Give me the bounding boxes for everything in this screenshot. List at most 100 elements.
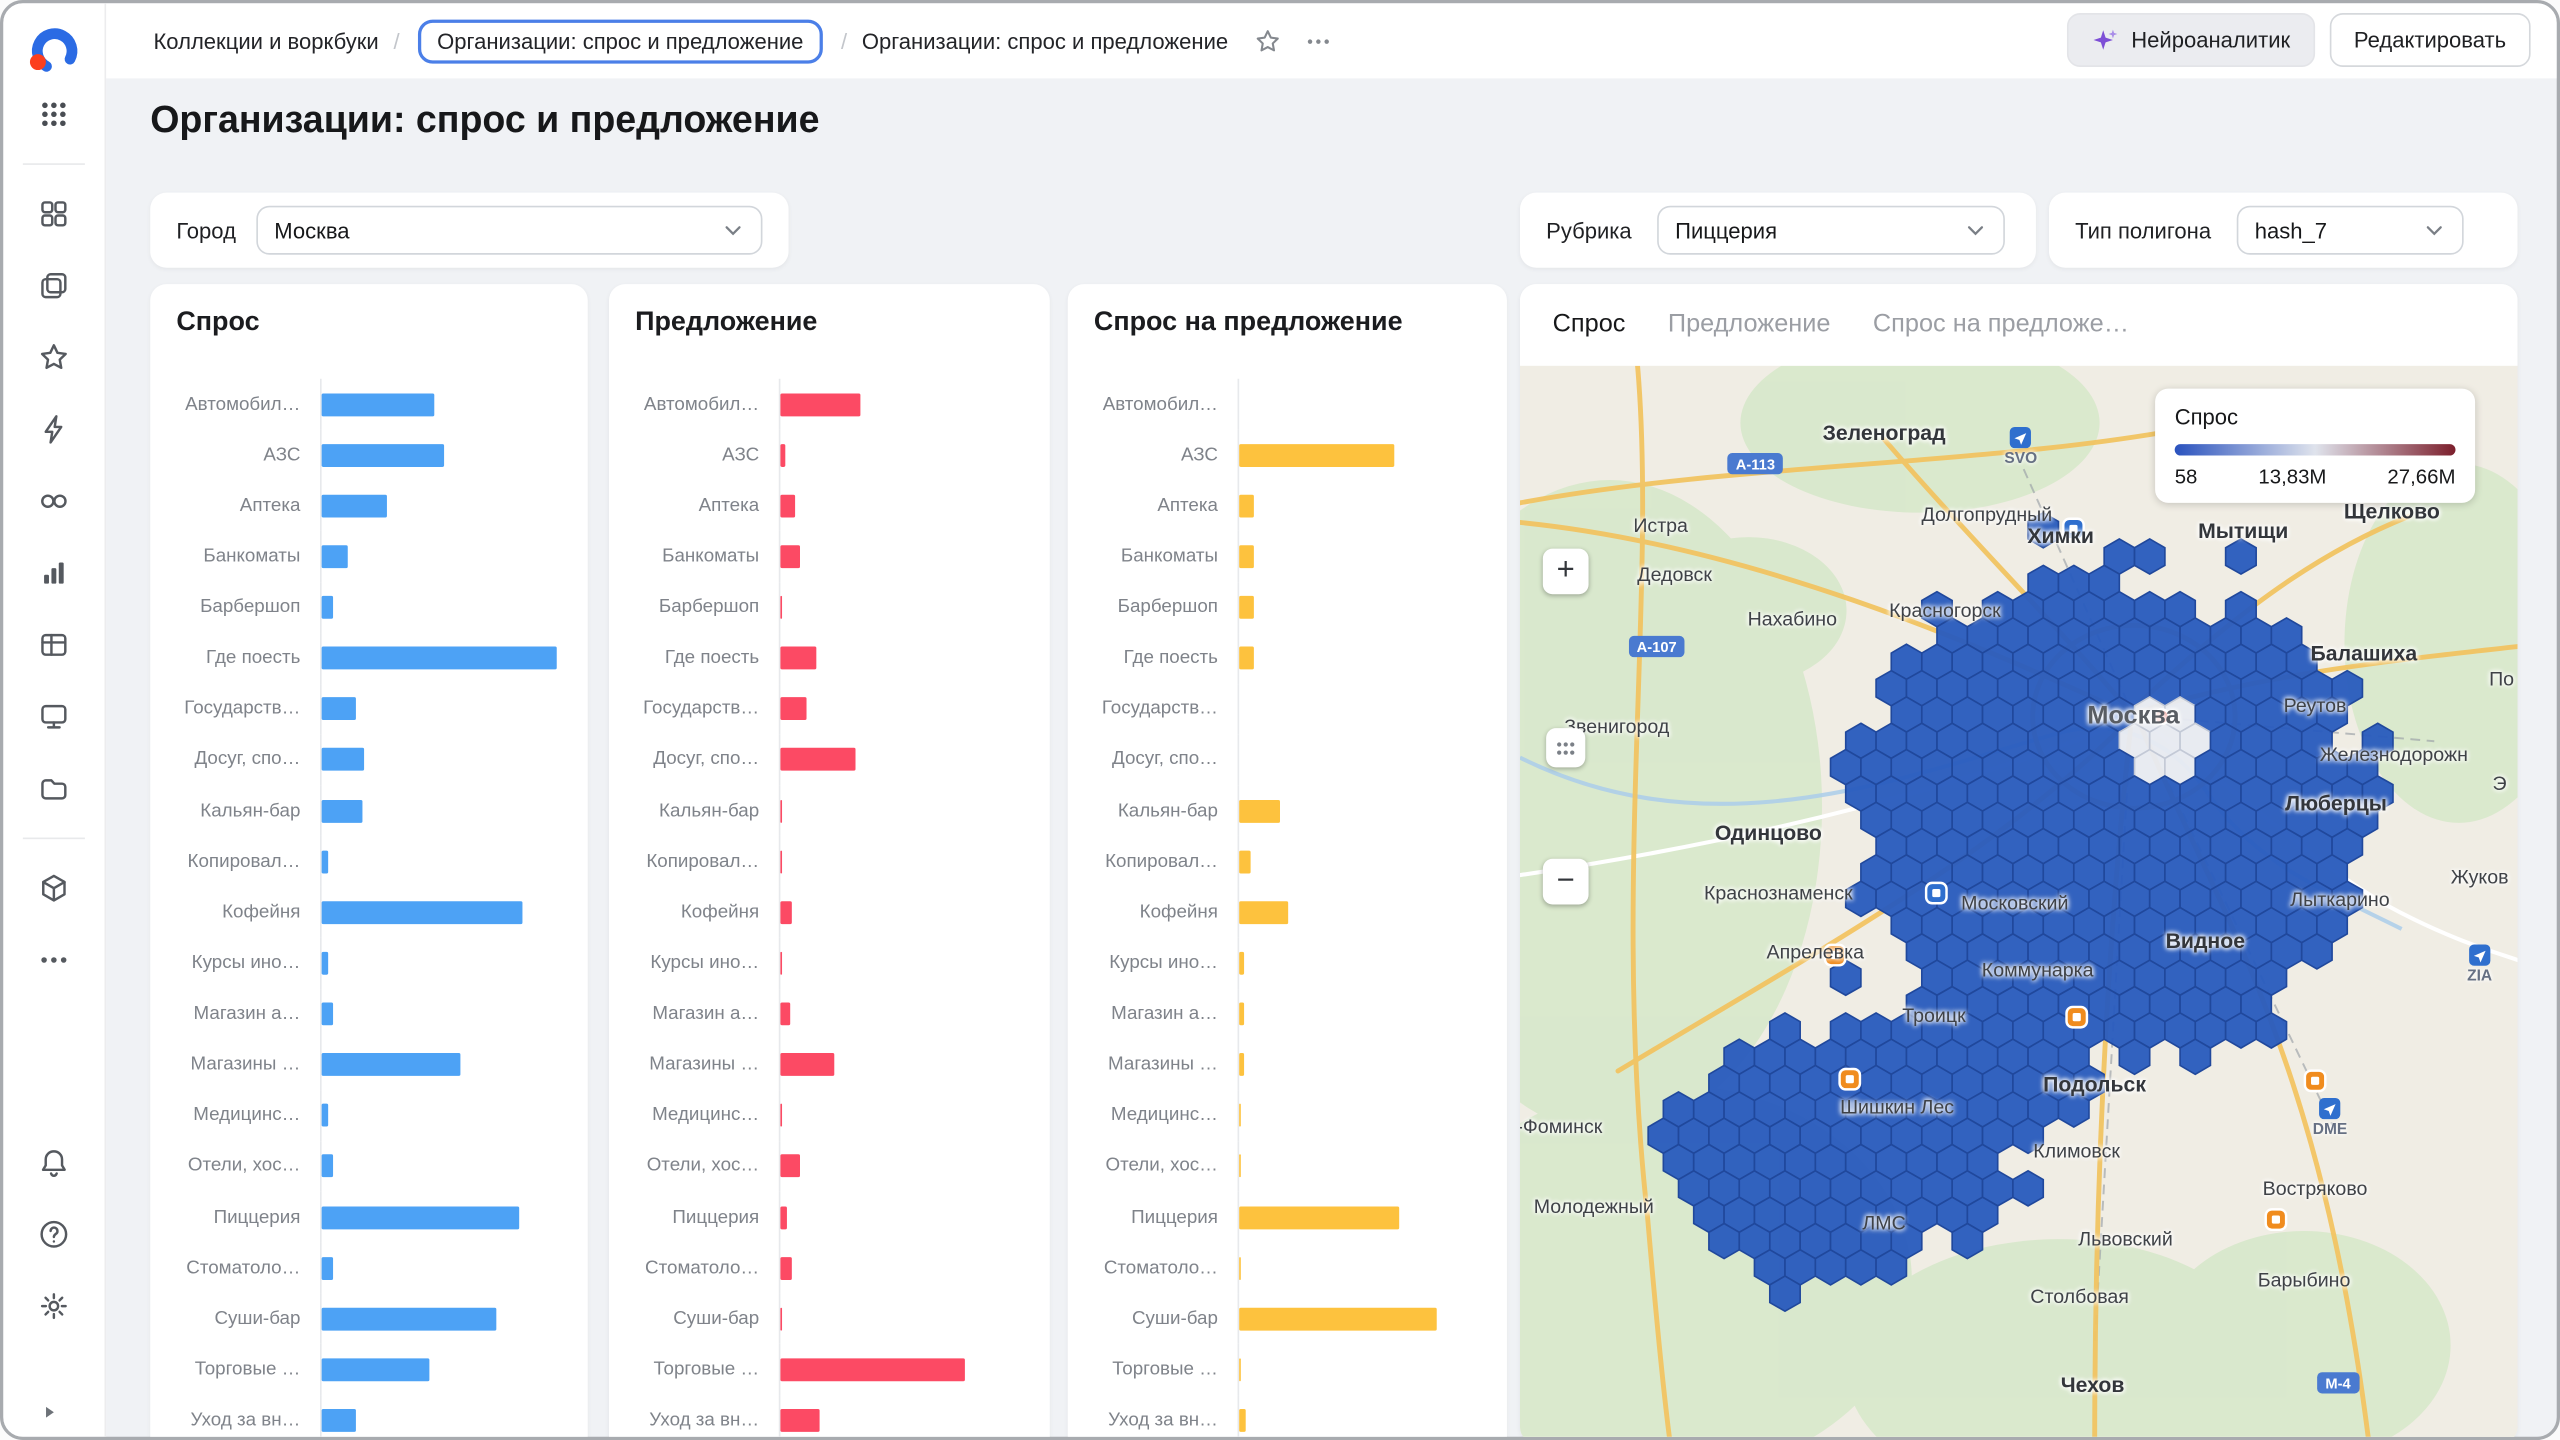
category-label: Копировал… (1087, 852, 1218, 872)
sidebar-item-collections[interactable] (24, 188, 83, 240)
map-city-label: Московский (1961, 891, 2068, 914)
chart-row: Торговые … (1087, 1344, 1480, 1395)
bar (322, 494, 387, 517)
chart-row: Аптека (629, 480, 1024, 531)
zoom-out-button[interactable]: − (1543, 859, 1589, 905)
category-label: Где поесть (629, 648, 760, 668)
category-label: Суши-бар (629, 1309, 760, 1329)
breadcrumb-item-0[interactable]: Коллекции и воркбуки (150, 25, 382, 56)
sidebar-item-favorites[interactable] (24, 331, 83, 383)
breadcrumb-item-2[interactable]: Организации: спрос и предложение (859, 25, 1232, 56)
map-city-label: Люберцы (2285, 791, 2387, 815)
sidebar-item-workbooks[interactable] (24, 260, 83, 312)
category-label: Стоматоло… (629, 1258, 760, 1278)
ruler-tool-button[interactable] (1546, 728, 1585, 767)
bar-track (779, 836, 1024, 887)
rubric-select[interactable]: Пиццерия (1657, 206, 2005, 255)
category-label: Автомобил… (1087, 394, 1218, 414)
map-city-label: о-Фоминск (1520, 1115, 1602, 1138)
edit-button[interactable]: Редактировать (2329, 13, 2530, 67)
chart-row: Курсы ино… (1087, 938, 1480, 989)
sidebar-item-notifications[interactable] (24, 1136, 83, 1188)
category-label: Стоматоло… (1087, 1258, 1218, 1278)
bar-track (1238, 1192, 1481, 1243)
bar (322, 698, 356, 721)
bar (322, 596, 334, 619)
map-tab-2[interactable]: Спрос на предложе… (1873, 310, 2129, 339)
bar (780, 1104, 782, 1127)
chart-row: Пиццерия (170, 1192, 562, 1243)
sidebar-item-connections[interactable] (24, 762, 83, 814)
category-label: Барбершоп (170, 598, 301, 618)
map-city-label: Лыткарино (2290, 888, 2389, 911)
bar (322, 901, 524, 924)
sidebar-item-editor[interactable] (24, 403, 83, 455)
bar (1239, 952, 1244, 975)
city-select[interactable]: Москва (256, 206, 762, 255)
expand-panel-icon[interactable] (39, 1402, 59, 1426)
sidebar-item-apps-menu[interactable] (24, 88, 83, 140)
bar-track (320, 379, 562, 430)
road-badge: А-113 (1728, 453, 1784, 474)
chart-row: Кальян-бар (170, 785, 562, 836)
sidebar-item-ql-charts[interactable] (24, 475, 83, 527)
zoom-in-button[interactable]: + (1543, 549, 1589, 595)
demand-per-supply-chart-card: Спрос на предложение Автомобил…АЗСАптека… (1068, 284, 1507, 1440)
bar (780, 596, 782, 619)
map-canvas[interactable]: ЛобняЗеленоградЩелковоМытищиДолгопрудный… (1520, 366, 2518, 1440)
map-card: Спрос Предложение Спрос на предложе… (1520, 284, 2518, 1440)
map-tab-0[interactable]: Спрос (1553, 310, 1626, 339)
chart-title: Спрос (176, 307, 259, 338)
category-label: Отели, хос… (1087, 1157, 1218, 1177)
map-tabs: Спрос Предложение Спрос на предложе… (1520, 284, 2518, 366)
category-label: Суши-бар (170, 1309, 301, 1329)
map-city-label: Москва (2087, 702, 2179, 731)
city-filter-label: Город (176, 218, 236, 242)
bar (780, 1358, 965, 1381)
sidebar-item-wizard[interactable] (24, 547, 83, 599)
map-tab-1[interactable]: Предложение (1668, 310, 1831, 339)
chart-row: Пиццерия (1087, 1192, 1480, 1243)
city-filter-card: Город Москва (150, 193, 788, 268)
chart-row: Кальян-бар (629, 785, 1024, 836)
sidebar-item-datasets[interactable] (24, 619, 83, 671)
chart-row: Банкоматы (1087, 531, 1480, 582)
map-city-label: Балашиха (2311, 641, 2418, 665)
chart-row: Торговые … (629, 1344, 1024, 1395)
bar-track (320, 1090, 562, 1141)
map-city-label: Краснознаменск (1704, 881, 1853, 904)
sidebar-item-help[interactable] (24, 1208, 83, 1260)
bar-track (779, 1141, 1024, 1192)
chart-row: Магазин а… (170, 989, 562, 1040)
chart-row: Курсы ино… (170, 938, 562, 989)
bar-track (1238, 1141, 1481, 1192)
chart-row: Досуг, спо… (170, 734, 562, 785)
category-label: Досуг, спо… (170, 750, 301, 770)
bar-track (779, 379, 1024, 430)
neuroanalyst-button[interactable]: Нейроаналитик (2068, 13, 2315, 67)
bar (1239, 1206, 1398, 1229)
bar-track (779, 989, 1024, 1040)
chart-row: Пиццерия (629, 1192, 1024, 1243)
breadcrumb-item-1[interactable]: Организации: спрос и предложение (418, 19, 823, 63)
chart-row: Государств… (629, 684, 1024, 735)
sidebar-item-settings[interactable] (24, 1280, 83, 1332)
bar (780, 1257, 792, 1280)
bar-track (1238, 1395, 1481, 1440)
bar-track (779, 785, 1024, 836)
favorite-star-icon[interactable] (1254, 27, 1282, 55)
bar (322, 1104, 329, 1127)
more-menu-icon[interactable] (1305, 27, 1333, 55)
bar (780, 393, 860, 416)
chart-row: Кофейня (629, 887, 1024, 938)
polygon-filter-label: Тип полигона (2075, 218, 2211, 242)
sidebar-item-dashboards[interactable] (24, 691, 83, 743)
sidebar-item-more[interactable] (24, 934, 83, 986)
bar (780, 850, 782, 873)
datalens-logo[interactable] (26, 23, 82, 79)
help-icon (38, 1218, 71, 1251)
polygon-select[interactable]: hash_7 (2237, 206, 2464, 255)
bar-track (1238, 1344, 1481, 1395)
sidebar-item-marketplace[interactable] (24, 862, 83, 914)
chart-row: Где поесть (629, 633, 1024, 684)
